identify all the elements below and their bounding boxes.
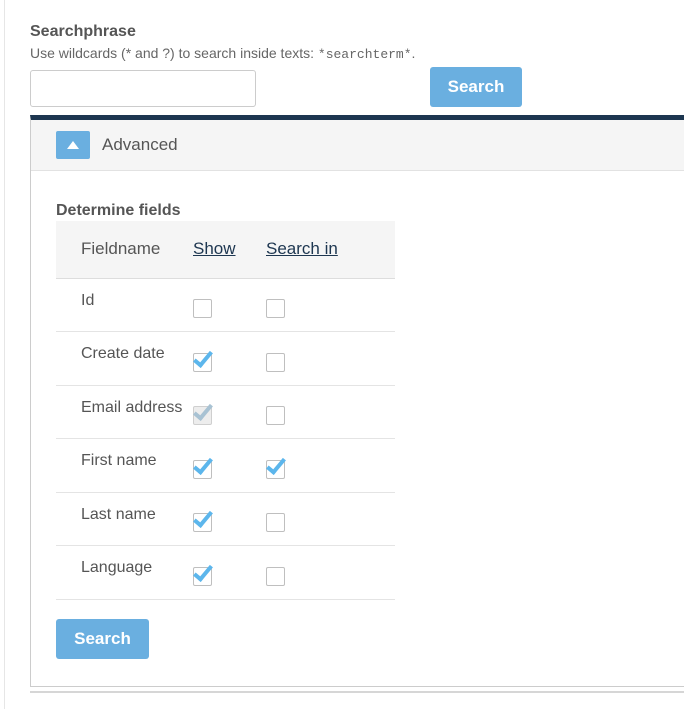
sort-by-show-link[interactable]: Show [193,239,236,258]
page-left-border [4,0,5,709]
table-row: First name [56,439,395,493]
fields-table-body: Id Create date Email address First name Last… [56,278,395,599]
checkmark-icon [193,453,213,475]
search-in-cell [266,385,395,439]
search-in-cell [266,546,395,600]
checkmark-icon [193,346,213,368]
advanced-panel: Advanced Determine fields Fieldname Show… [30,115,684,687]
search-in-cell [266,332,395,386]
show-cell [193,332,266,386]
advanced-label: Advanced [102,135,178,154]
triangle-up-icon [67,141,79,149]
field-name: Email address [81,398,183,416]
table-header-row: Fieldname Show Search in [56,221,395,278]
column-header-search-in: Search in [266,221,395,278]
table-row: Language [56,546,395,600]
search-in-checkbox[interactable] [266,299,285,319]
search-in-checkbox[interactable] [266,566,285,586]
search-hint: Use wildcards (* and ?) to search inside… [30,44,670,64]
checkmark-icon [193,507,213,529]
field-name: First name [81,452,157,470]
show-checkbox [193,400,213,426]
show-checkbox[interactable] [193,507,213,533]
search-in-cell [266,278,395,332]
field-name: Id [81,291,95,309]
bottom-divider [30,691,684,693]
column-header-fieldname: Fieldname [81,239,161,259]
search-in-cell [266,492,395,546]
determine-fields-title: Determine fields [56,202,181,219]
show-checkbox[interactable] [193,560,213,586]
field-name: Last name [81,505,156,523]
search-button[interactable]: Search [430,67,522,107]
sort-by-search-in-link[interactable]: Search in [266,239,338,258]
search-hint-suffix: . [411,45,416,61]
table-row: Create date [56,332,395,386]
show-checkbox[interactable] [193,453,213,479]
show-checkbox[interactable] [193,299,212,319]
show-cell [193,492,266,546]
table-row: Email address [56,385,395,439]
checkmark-icon [193,560,213,582]
advanced-header[interactable]: Advanced [31,120,684,171]
show-cell [193,439,266,493]
search-in-checkbox[interactable] [266,453,286,479]
checkmark-icon [193,400,213,422]
show-cell [193,546,266,600]
checkmark-icon [266,453,286,475]
field-name: Create date [81,345,165,363]
table-row: Last name [56,492,395,546]
searchphrase-label: Searchphrase [30,23,136,40]
search-hint-code: *searchterm* [317,47,412,62]
show-cell [193,278,266,332]
search-in-checkbox[interactable] [266,513,285,533]
field-name: Language [81,559,153,577]
show-cell [193,385,266,439]
show-checkbox[interactable] [193,346,213,372]
advanced-search-button[interactable]: Search [56,619,149,659]
fields-table: Fieldname Show Search in Id Create date Em… [56,221,395,600]
column-header-show: Show [193,221,266,278]
advanced-toggle-button[interactable] [56,131,90,159]
search-in-checkbox[interactable] [266,352,285,372]
search-section: Searchphrase Use wildcards (* and ?) to … [30,22,670,64]
searchphrase-input[interactable] [30,70,256,107]
search-hint-text: Use wildcards (* and ?) to search inside… [30,45,318,61]
search-in-checkbox[interactable] [266,406,285,426]
table-row: Id [56,278,395,332]
search-in-cell [266,439,395,493]
